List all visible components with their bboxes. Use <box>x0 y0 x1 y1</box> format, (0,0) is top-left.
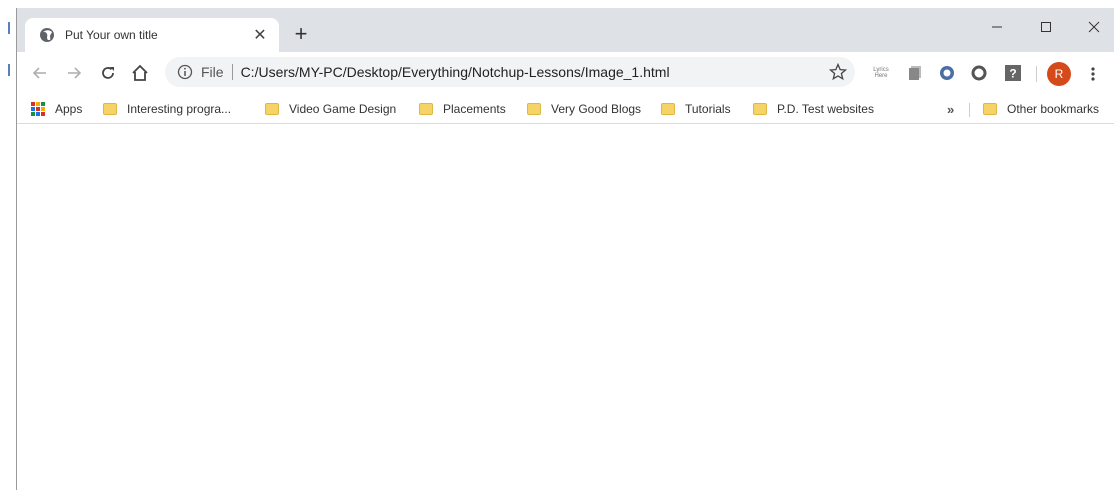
home-button[interactable] <box>127 60 153 86</box>
url-scheme: File <box>201 64 224 80</box>
toolbar-separator <box>1036 66 1037 82</box>
tab-close-icon[interactable]: ✕ <box>251 26 269 44</box>
tab-title: Put Your own title <box>65 28 158 42</box>
browser-window: Put Your own title ✕ + File C:/Users/MY-… <box>17 8 1114 490</box>
circle-extension-button[interactable] <box>938 64 956 82</box>
maximize-icon <box>1041 22 1051 32</box>
help-glyph: ? <box>1009 67 1016 81</box>
ring-extension-button[interactable] <box>970 64 988 82</box>
bookmark-folder-item[interactable]: Very Good Blogs <box>527 98 641 120</box>
bookmark-folder-item[interactable]: Tutorials <box>661 98 731 120</box>
document-icon <box>909 66 921 80</box>
bookmark-label: Apps <box>55 102 83 116</box>
star-icon[interactable] <box>829 63 847 81</box>
arrow-left-icon <box>32 67 46 79</box>
desktop-edge-mark <box>8 22 10 34</box>
reload-icon <box>102 67 114 79</box>
window-close-button[interactable] <box>1079 14 1109 40</box>
url-text[interactable]: C:/Users/MY-PC/Desktop/Everything/Notchu… <box>241 64 670 80</box>
folder-icon <box>983 103 997 115</box>
bookmark-other[interactable]: Other bookmarks <box>983 98 1099 120</box>
bookmark-apps[interactable]: Apps <box>31 98 82 120</box>
bookmark-folder-item[interactable]: Video Game Design <box>265 98 396 120</box>
bookmark-folder-item[interactable]: Interesting progra... <box>103 98 231 120</box>
lyrics-extension-button[interactable]: Lyrics Here <box>872 64 890 82</box>
more-vert-icon <box>1091 67 1095 81</box>
minimize-button[interactable] <box>982 14 1012 40</box>
bookmark-folder-item[interactable]: Placements <box>419 98 506 120</box>
reload-button[interactable] <box>95 60 121 86</box>
desktop-edge <box>0 0 16 490</box>
info-icon[interactable] <box>177 64 193 80</box>
page-content <box>17 125 1114 490</box>
help-extension-button[interactable]: ? <box>1004 64 1022 82</box>
globe-icon <box>40 28 54 42</box>
bookmarks-separator <box>969 103 970 117</box>
help-icon: ? <box>1005 65 1021 81</box>
bookmark-folder-item[interactable]: P.D. Test websites <box>753 98 874 120</box>
new-tab-button[interactable]: + <box>289 21 313 46</box>
bookmark-label: Placements <box>443 102 506 116</box>
menu-button[interactable] <box>1085 64 1101 84</box>
url-separator <box>231 64 233 80</box>
browser-toolbar: File C:/Users/MY-PC/Desktop/Everything/N… <box>17 52 1114 94</box>
bookmarks-bar: Apps Interesting progra... Video Game De… <box>17 94 1114 124</box>
bookmark-label: Very Good Blogs <box>551 102 642 116</box>
circle-extension-icon <box>940 66 954 80</box>
bookmark-label: Tutorials <box>685 102 731 116</box>
bookmark-label: P.D. Test websites <box>777 102 874 116</box>
folder-icon <box>419 103 433 115</box>
tab-strip: Put Your own title ✕ + <box>17 8 1114 52</box>
bookmarks-overflow-button[interactable]: » <box>947 98 954 120</box>
bookmark-label: Video Game Design <box>289 102 397 116</box>
active-tab[interactable]: Put Your own title ✕ <box>25 18 279 52</box>
ring-extension-icon <box>971 65 987 81</box>
apps-grid-icon <box>31 102 45 116</box>
forward-button[interactable] <box>61 60 87 86</box>
arrow-right-icon <box>68 67 82 79</box>
bookmark-label: Other bookmarks <box>1007 102 1100 116</box>
back-button[interactable] <box>27 60 53 86</box>
document-extension-button[interactable] <box>906 64 924 82</box>
profile-avatar[interactable]: R <box>1047 62 1071 86</box>
bookmark-label: Interesting progra... <box>127 102 232 116</box>
folder-icon <box>527 103 541 115</box>
folder-icon <box>265 103 279 115</box>
home-icon <box>132 64 148 81</box>
lyrics-extension-label: Lyrics Here <box>873 67 889 79</box>
address-bar[interactable]: File C:/Users/MY-PC/Desktop/Everything/N… <box>165 57 855 87</box>
maximize-button[interactable] <box>1031 14 1061 40</box>
minimize-icon <box>992 26 1002 28</box>
folder-icon <box>103 103 117 115</box>
close-icon <box>1088 21 1100 33</box>
folder-icon <box>753 103 767 115</box>
desktop-edge-mark <box>8 64 10 76</box>
folder-icon <box>661 103 675 115</box>
